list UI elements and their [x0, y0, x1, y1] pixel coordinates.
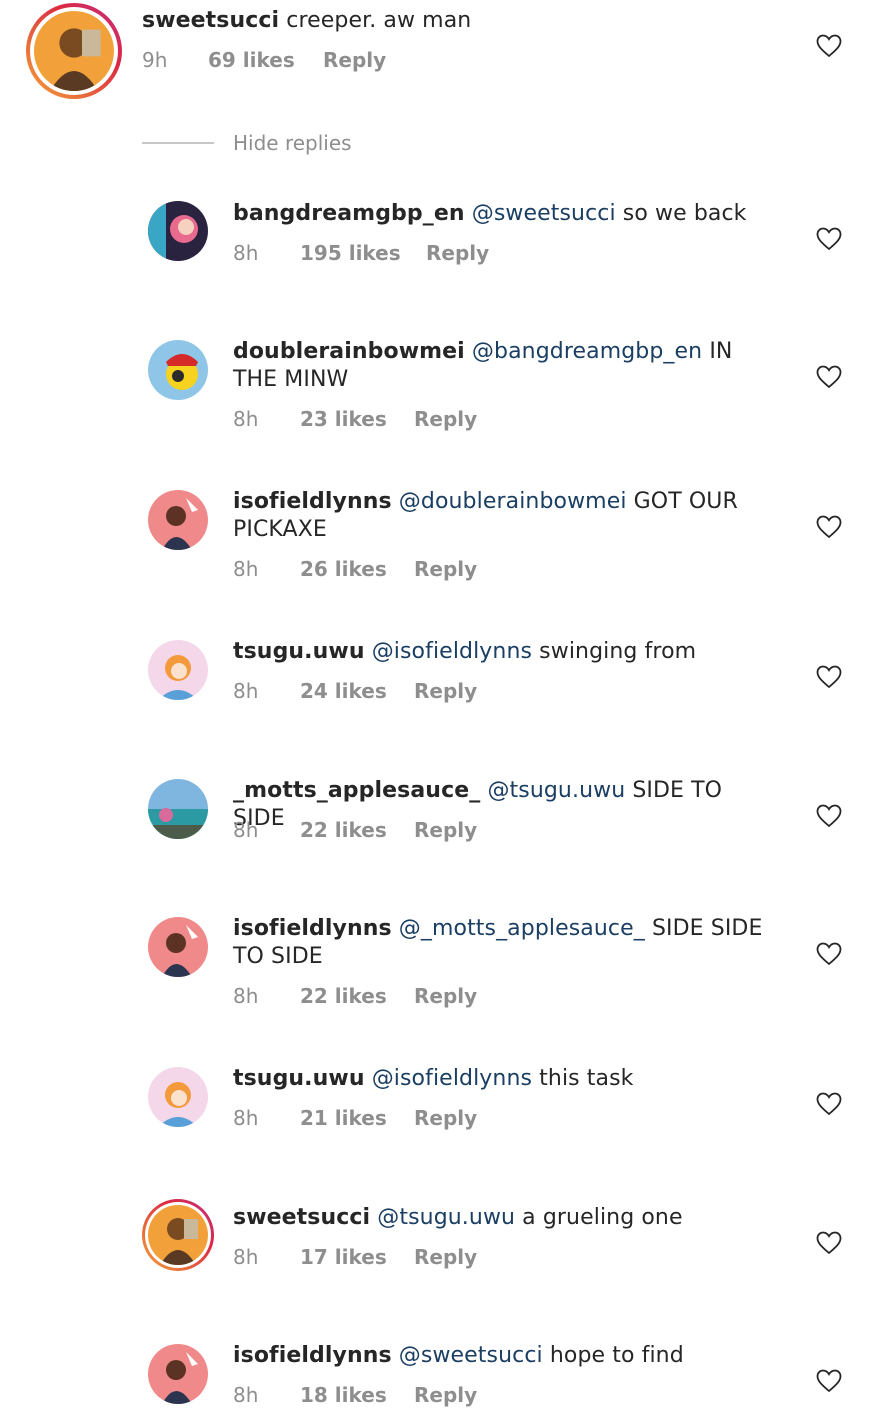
avatar[interactable]: [148, 201, 208, 261]
comment-text: a grueling one: [522, 1205, 683, 1230]
reply-button[interactable]: Reply: [414, 984, 477, 1008]
comment-username[interactable]: _motts_applesauce_: [233, 778, 480, 803]
comment-time: 8h: [233, 1106, 259, 1130]
mention-link[interactable]: @bangdreamgbp_en: [472, 339, 702, 364]
likes-count[interactable]: 21 likes: [300, 1106, 387, 1130]
comment-username[interactable]: bangdreamgbp_en: [233, 201, 465, 226]
comment-username[interactable]: tsugu.uwu: [233, 639, 365, 664]
like-button[interactable]: [816, 365, 842, 389]
like-button[interactable]: [816, 227, 842, 251]
reply-button[interactable]: Reply: [414, 679, 477, 703]
reply-comment: doublerainbowmei @bangdreamgbp_en IN THE…: [0, 338, 890, 448]
like-button[interactable]: [816, 942, 842, 966]
heart-outline-icon: [816, 804, 842, 828]
reply-button[interactable]: Reply: [414, 1245, 477, 1269]
likes-count[interactable]: 18 likes: [300, 1383, 387, 1407]
reply-button[interactable]: Reply: [414, 1106, 477, 1130]
mention-link[interactable]: @sweetsucci: [399, 1343, 543, 1368]
comment-username[interactable]: sweetsucci: [233, 1205, 370, 1230]
likes-count[interactable]: 26 likes: [300, 557, 387, 581]
reply-comment: bangdreamgbp_en @sweetsucci so we back 8…: [0, 200, 890, 290]
reply-comment: tsugu.uwu @isofieldlynns swinging from 8…: [0, 638, 890, 728]
comment-text: creeper. aw man: [286, 8, 472, 33]
reply-button[interactable]: Reply: [414, 818, 477, 842]
comment-username[interactable]: sweetsucci: [142, 8, 279, 33]
avatar[interactable]: [148, 490, 208, 550]
heart-outline-icon: [816, 665, 842, 689]
reply-button[interactable]: Reply: [414, 407, 477, 431]
avatar[interactable]: [148, 917, 208, 977]
heart-outline-icon: [816, 227, 842, 251]
reply-button[interactable]: Reply: [414, 557, 477, 581]
mention-link[interactable]: @tsugu.uwu: [377, 1205, 515, 1230]
comment-time: 8h: [233, 818, 259, 842]
reply-comment: isofieldlynns @doublerainbowmei GOT OUR …: [0, 488, 890, 598]
comment-username[interactable]: isofieldlynns: [233, 916, 392, 941]
comment-time: 8h: [233, 557, 259, 581]
likes-count[interactable]: 22 likes: [300, 984, 387, 1008]
comment-time: 8h: [233, 407, 259, 431]
reply-comment: isofieldlynns @_motts_applesauce_ SIDE S…: [0, 915, 890, 1025]
mention-link[interactable]: @sweetsucci: [472, 201, 616, 226]
mention-link[interactable]: @doublerainbowmei: [399, 489, 627, 514]
comment-time: 8h: [233, 1245, 259, 1269]
comment-username[interactable]: isofieldlynns: [233, 489, 392, 514]
avatar[interactable]: [34, 11, 114, 91]
heart-outline-icon: [816, 942, 842, 966]
reply-comment: tsugu.uwu @isofieldlynns this task 8h 21…: [0, 1065, 890, 1155]
like-button[interactable]: [816, 1369, 842, 1393]
like-button[interactable]: [816, 804, 842, 828]
comment-username[interactable]: doublerainbowmei: [233, 339, 465, 364]
likes-count[interactable]: 69 likes: [208, 48, 295, 72]
comment-time: 8h: [233, 679, 259, 703]
comment-text: so we back: [622, 201, 747, 226]
avatar[interactable]: [148, 640, 208, 700]
comment-time: 8h: [233, 984, 259, 1008]
like-button[interactable]: [816, 34, 842, 58]
comment-time: 8h: [233, 241, 259, 265]
avatar[interactable]: [148, 779, 208, 839]
heart-outline-icon: [816, 365, 842, 389]
comment-time: 8h: [233, 1383, 259, 1407]
avatar[interactable]: [148, 1344, 208, 1404]
comment-text: hope to find: [549, 1343, 684, 1368]
comment-username[interactable]: tsugu.uwu: [233, 1066, 365, 1091]
like-button[interactable]: [816, 1231, 842, 1255]
likes-count[interactable]: 195 likes: [300, 241, 401, 265]
likes-count[interactable]: 23 likes: [300, 407, 387, 431]
reply-comment: isofieldlynns @sweetsucci hope to find 8…: [0, 1342, 890, 1422]
comment-text: swinging from: [539, 639, 697, 664]
mention-link[interactable]: @tsugu.uwu: [487, 778, 625, 803]
like-button[interactable]: [816, 515, 842, 539]
mention-link[interactable]: @_motts_applesauce_: [399, 916, 645, 941]
mention-link[interactable]: @isofieldlynns: [372, 639, 532, 664]
avatar[interactable]: [148, 340, 208, 400]
likes-count[interactable]: 24 likes: [300, 679, 387, 703]
comment-username[interactable]: isofieldlynns: [233, 1343, 392, 1368]
avatar[interactable]: [148, 1067, 208, 1127]
hide-replies-button[interactable]: Hide replies: [233, 131, 352, 155]
reply-button[interactable]: Reply: [426, 241, 489, 265]
heart-outline-icon: [816, 1369, 842, 1393]
hide-replies-divider: [142, 142, 214, 144]
comment-top: sweetsucci creeper. aw man 9h 69 likes R…: [0, 0, 890, 110]
reply-comment: _motts_applesauce_ @tsugu.uwu SIDE TO SI…: [0, 777, 890, 867]
reply-button[interactable]: Reply: [323, 48, 386, 72]
heart-outline-icon: [816, 1092, 842, 1116]
heart-outline-icon: [816, 515, 842, 539]
avatar[interactable]: [148, 1205, 208, 1265]
heart-outline-icon: [816, 34, 842, 58]
comment-text: this task: [539, 1066, 634, 1091]
likes-count[interactable]: 17 likes: [300, 1245, 387, 1269]
likes-count[interactable]: 22 likes: [300, 818, 387, 842]
comment-time: 9h: [142, 48, 168, 72]
like-button[interactable]: [816, 665, 842, 689]
reply-comment: sweetsucci @tsugu.uwu a grueling one 8h …: [0, 1199, 890, 1294]
reply-button[interactable]: Reply: [414, 1383, 477, 1407]
mention-link[interactable]: @isofieldlynns: [372, 1066, 532, 1091]
heart-outline-icon: [816, 1231, 842, 1255]
like-button[interactable]: [816, 1092, 842, 1116]
